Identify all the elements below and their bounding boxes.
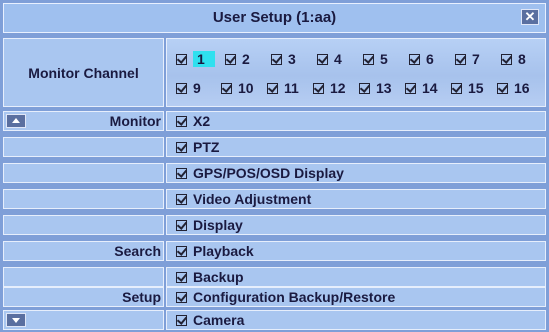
- checkbox-checked-icon: [409, 54, 420, 65]
- user-setup-window: User Setup (1:aa) ✕ Monitor Channel 1 2 …: [0, 0, 549, 332]
- channel-checkbox-13[interactable]: 13: [359, 79, 392, 97]
- monitor-channel-panel: 1 2 3 4 5 6 7 8 9 10 11 12 13 14 15 16: [166, 38, 546, 107]
- channel-checkbox-6[interactable]: 6: [409, 50, 434, 68]
- checkbox-checked-icon: [176, 194, 187, 205]
- scroll-up-icon: [12, 118, 20, 123]
- checkbox-checked-icon: [271, 54, 282, 65]
- scroll-up-button[interactable]: [6, 114, 26, 128]
- checkbox-checked-icon: [176, 246, 187, 257]
- section-label-empty: [3, 189, 164, 209]
- checkbox-checked-icon: [317, 54, 328, 65]
- channel-checkbox-16[interactable]: 16: [497, 79, 530, 97]
- section-label-empty: [3, 215, 164, 235]
- channel-checkbox-14[interactable]: 14: [405, 79, 438, 97]
- monitor-channel-label: Monitor Channel: [3, 38, 164, 107]
- checkbox-checked-icon: [455, 54, 466, 65]
- permission-gps-pos-osd-display[interactable]: GPS/POS/OSD Display: [166, 163, 546, 183]
- checkbox-checked-icon: [176, 83, 187, 94]
- permission-configuration-backup-restore[interactable]: Configuration Backup/Restore: [166, 287, 546, 307]
- checkbox-checked-icon: [176, 54, 187, 65]
- section-label-empty: [3, 137, 164, 157]
- title-bar: User Setup (1:aa) ✕: [3, 3, 546, 33]
- checkbox-checked-icon: [405, 83, 416, 94]
- section-label-empty: [3, 310, 164, 330]
- checkbox-checked-icon: [176, 116, 187, 127]
- checkbox-checked-icon: [451, 83, 462, 94]
- section-label-monitor: Monitor: [3, 111, 164, 131]
- checkbox-checked-icon: [359, 83, 370, 94]
- checkbox-checked-icon: [363, 54, 374, 65]
- section-label-search: Search: [3, 241, 164, 261]
- channel-checkbox-15[interactable]: 15: [451, 79, 484, 97]
- close-button[interactable]: ✕: [521, 9, 539, 25]
- permission-camera[interactable]: Camera: [166, 310, 546, 330]
- section-label-empty: [3, 267, 164, 287]
- scroll-down-icon: [12, 318, 20, 323]
- checkbox-checked-icon: [176, 168, 187, 179]
- channel-checkbox-5[interactable]: 5: [363, 50, 388, 68]
- checkbox-checked-icon: [176, 315, 187, 326]
- channel-checkbox-2[interactable]: 2: [225, 50, 250, 68]
- checkbox-checked-icon: [176, 292, 187, 303]
- checkbox-checked-icon: [176, 272, 187, 283]
- permission-display[interactable]: Display: [166, 215, 546, 235]
- permission-x2[interactable]: X2: [166, 111, 546, 131]
- checkbox-checked-icon: [225, 54, 236, 65]
- checkbox-checked-icon: [267, 83, 278, 94]
- channel-checkbox-4[interactable]: 4: [317, 50, 342, 68]
- checkbox-checked-icon: [176, 220, 187, 231]
- scroll-down-button[interactable]: [6, 313, 26, 327]
- channel-checkbox-12[interactable]: 12: [313, 79, 346, 97]
- checkbox-checked-icon: [176, 142, 187, 153]
- channel-checkbox-3[interactable]: 3: [271, 50, 296, 68]
- permission-playback[interactable]: Playback: [166, 241, 546, 261]
- permission-video-adjustment[interactable]: Video Adjustment: [166, 189, 546, 209]
- checkbox-checked-icon: [221, 83, 232, 94]
- permission-backup[interactable]: Backup: [166, 267, 546, 287]
- section-label-setup: Setup: [3, 287, 164, 307]
- channel-checkbox-10[interactable]: 10: [221, 79, 254, 97]
- checkbox-checked-icon: [497, 83, 508, 94]
- channel-checkbox-7[interactable]: 7: [455, 50, 480, 68]
- permission-ptz[interactable]: PTZ: [166, 137, 546, 157]
- close-icon: ✕: [524, 9, 536, 24]
- checkbox-checked-icon: [501, 54, 512, 65]
- checkbox-checked-icon: [313, 83, 324, 94]
- channel-checkbox-9[interactable]: 9: [176, 79, 201, 97]
- section-label-empty: [3, 163, 164, 183]
- channel-checkbox-11[interactable]: 11: [267, 79, 299, 97]
- channel-checkbox-1[interactable]: 1: [176, 50, 215, 68]
- channel-checkbox-8[interactable]: 8: [501, 50, 526, 68]
- window-title: User Setup (1:aa): [212, 9, 337, 26]
